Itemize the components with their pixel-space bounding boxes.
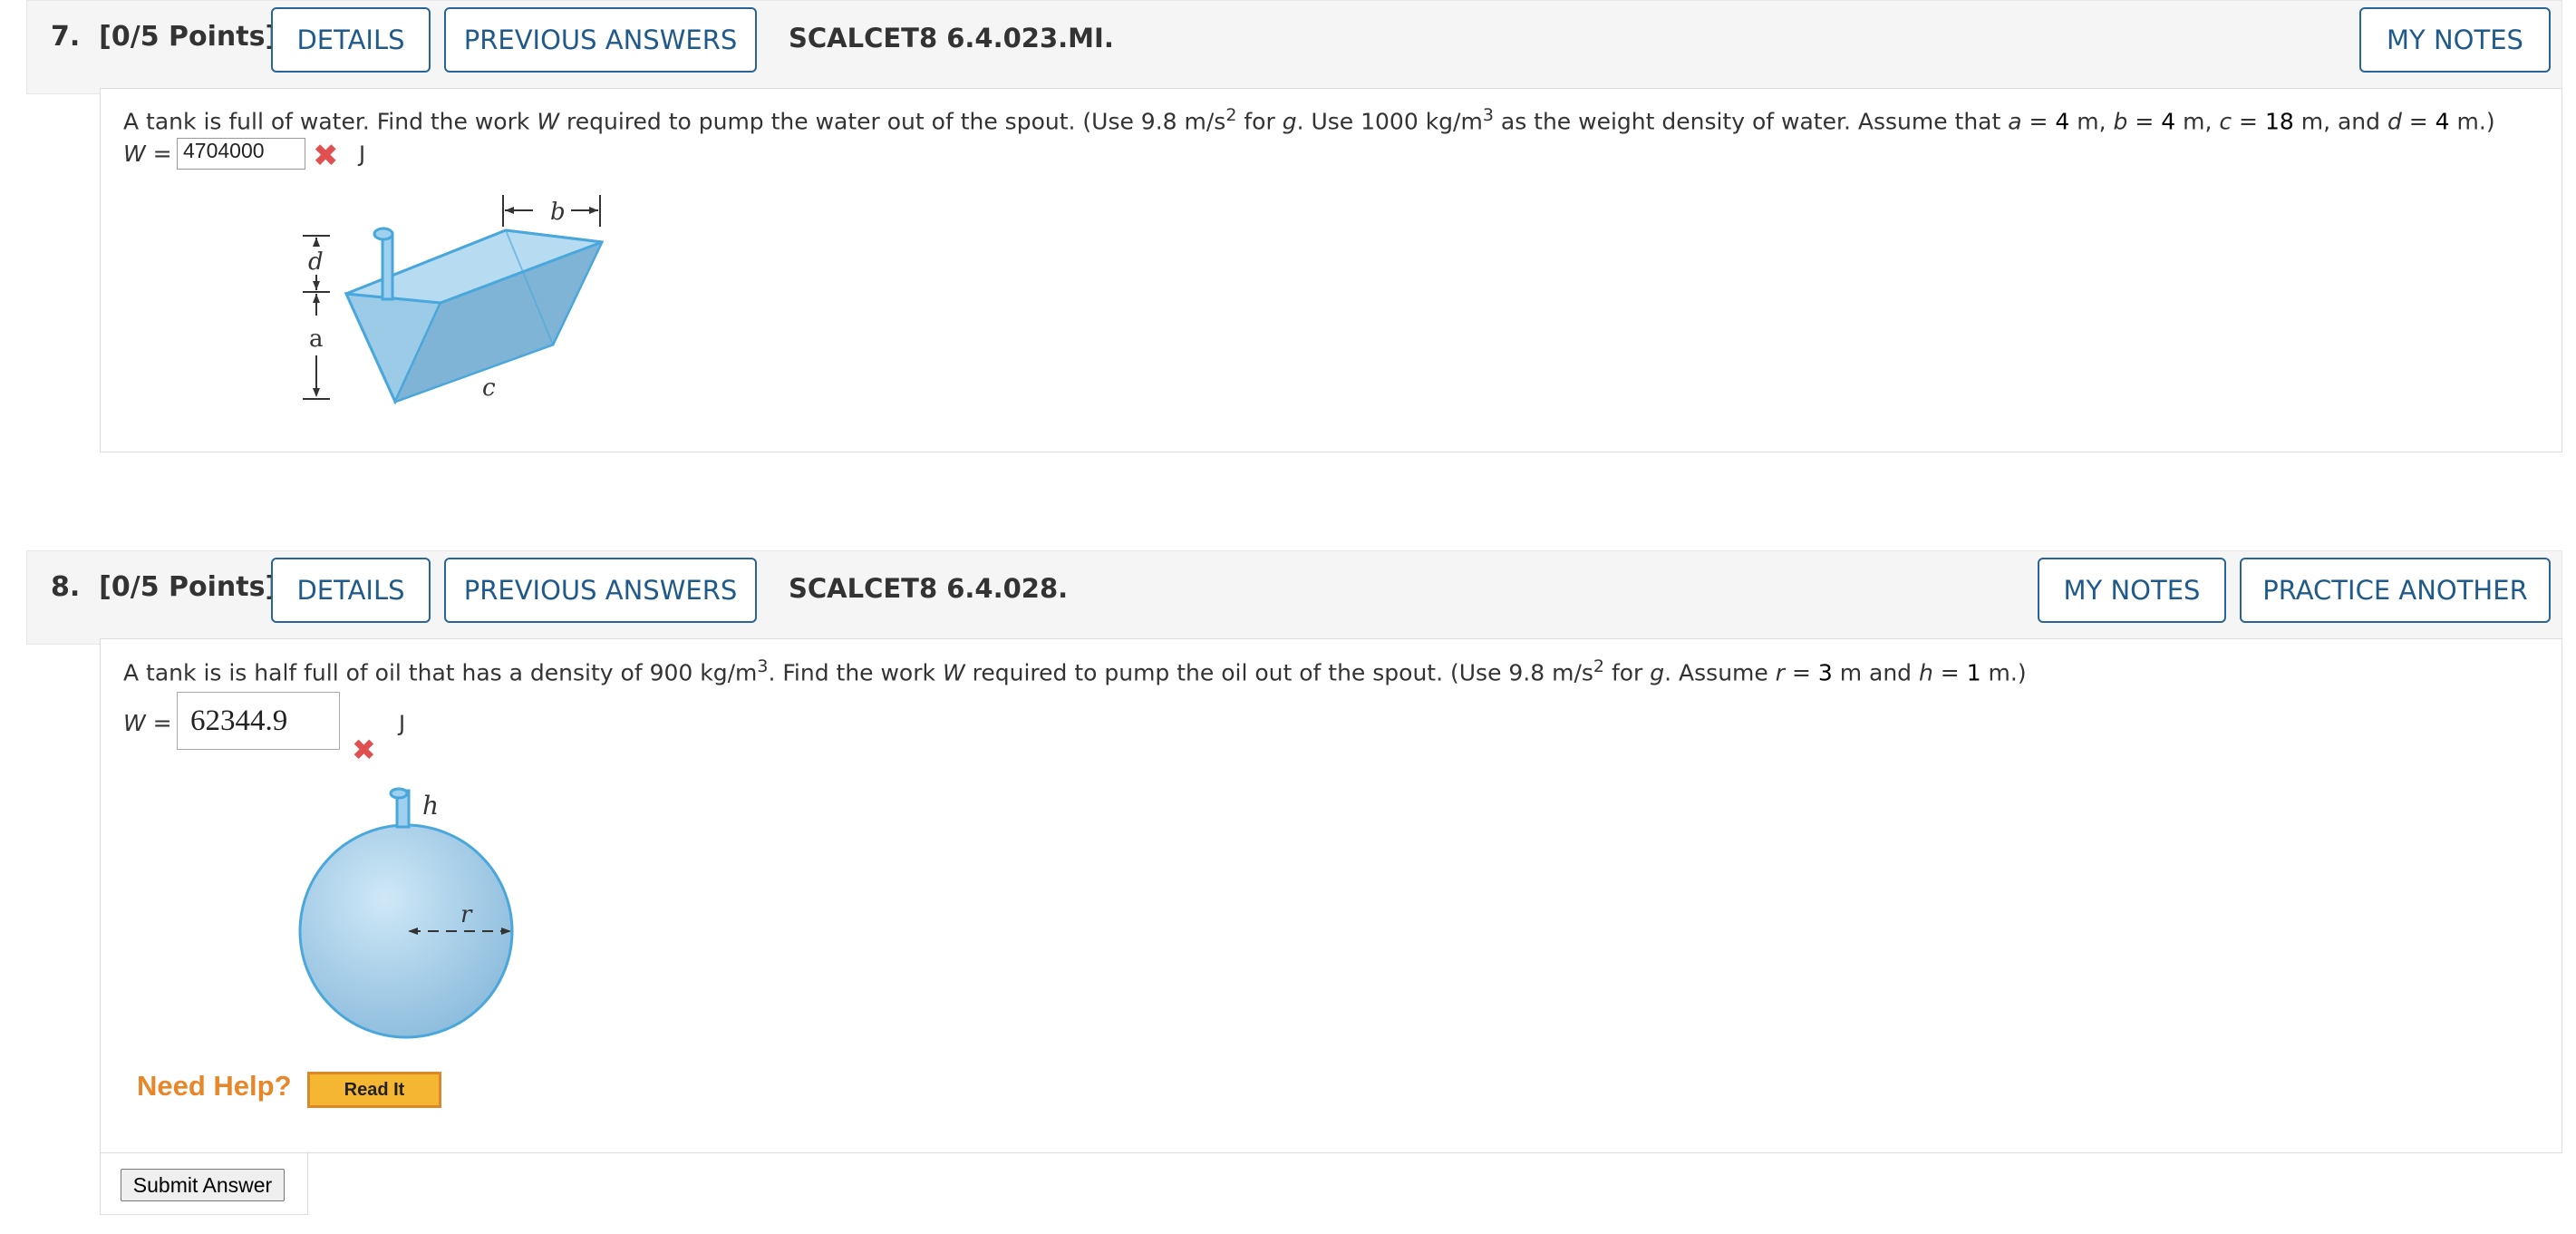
unit-label: J <box>399 711 406 736</box>
question-7-title: 7. [0/5 Points] <box>51 21 278 53</box>
figure-label-c: c <box>482 374 496 402</box>
unit-label: J <box>359 141 366 167</box>
problem-code: SCALCET8 6.4.028. <box>789 573 1069 604</box>
details-button[interactable]: DETAILS <box>271 7 431 73</box>
question-8-header: 8. [0/5 Points] DETAILS PREVIOUS ANSWERS… <box>26 550 2562 645</box>
need-help-label: Need Help? <box>137 1070 292 1102</box>
figure-label-b: b <box>550 199 566 226</box>
trough-figure: b d a c <box>303 195 605 405</box>
read-it-button[interactable]: Read It <box>307 1072 441 1108</box>
answer-input[interactable]: 4704000 <box>177 138 305 170</box>
question-8-prompt: A tank is is half full of oil that has a… <box>123 656 2027 686</box>
practice-another-button[interactable]: PRACTICE ANOTHER <box>2240 558 2551 623</box>
question-8-title: 8. [0/5 Points] <box>51 571 278 603</box>
previous-answers-button[interactable]: PREVIOUS ANSWERS <box>444 558 757 623</box>
details-button[interactable]: DETAILS <box>271 558 431 623</box>
figure-label-d: d <box>308 248 324 276</box>
previous-answers-button[interactable]: PREVIOUS ANSWERS <box>444 7 757 73</box>
answer-input[interactable]: 62344.9 <box>177 692 340 750</box>
incorrect-icon: ✖ <box>352 733 376 767</box>
my-notes-button[interactable]: MY NOTES <box>2038 558 2226 623</box>
figure-label-h: h <box>422 791 439 821</box>
sphere-figure: h r <box>298 787 514 1039</box>
problem-code: SCALCET8 6.4.023.MI. <box>789 23 1114 53</box>
submit-answer-button[interactable]: Submit Answer <box>121 1169 285 1201</box>
figure-label-r: r <box>460 901 473 928</box>
w-label: W = <box>123 710 172 736</box>
question-7-prompt: A tank is full of water. Find the work W… <box>123 105 2495 135</box>
figure-label-a: a <box>309 326 324 353</box>
question-7-header: 7. [0/5 Points] DETAILS PREVIOUS ANSWERS… <box>26 0 2562 94</box>
incorrect-icon: ✖ <box>313 138 339 174</box>
my-notes-button[interactable]: MY NOTES <box>2359 7 2551 73</box>
w-label: W = <box>123 141 172 167</box>
